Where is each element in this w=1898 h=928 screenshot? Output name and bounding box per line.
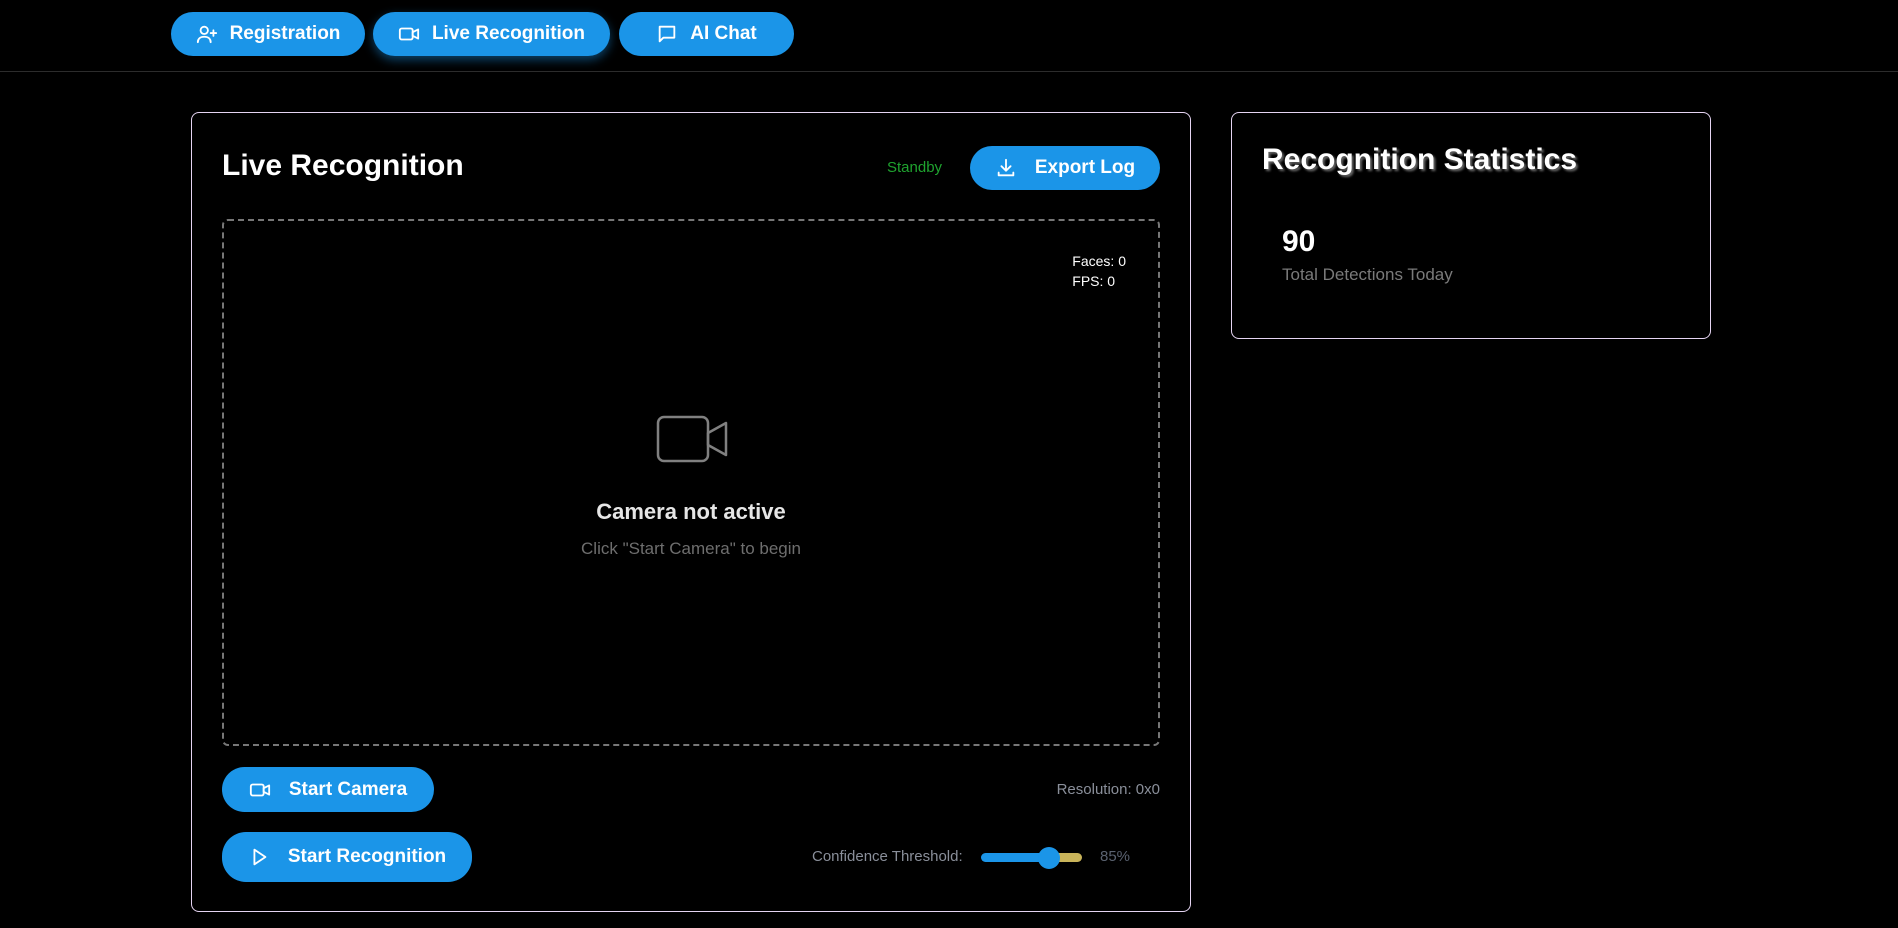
recognition-statistics-panel: Recognition Statistics 90 Total Detectio… <box>1231 112 1711 339</box>
status-badge: Standby <box>887 159 943 176</box>
faces-count: Faces: 0 <box>1072 253 1126 269</box>
camera-status-hint: Click "Start Camera" to begin <box>581 539 801 558</box>
video-overlay-stats: Faces: 0 FPS: 0 <box>1072 251 1126 291</box>
export-log-label: Export Log <box>1034 157 1136 178</box>
fps-count: FPS: 0 <box>1072 273 1116 289</box>
start-camera-label: Start Camera <box>288 778 408 800</box>
play-icon <box>253 848 267 866</box>
total-detections-value: 90 <box>1282 225 1316 258</box>
confidence-threshold-label: Confidence Threshold: <box>812 848 963 865</box>
tab-registration[interactable]: Registration <box>171 12 365 56</box>
tab-ai-chat[interactable]: AI Chat <box>619 12 794 56</box>
slider-thumb[interactable] <box>1038 847 1060 869</box>
tab-registration-label: Registration <box>229 23 341 44</box>
download-icon <box>997 158 1015 177</box>
export-log-button[interactable]: Export Log <box>970 146 1160 190</box>
confidence-threshold-slider[interactable] <box>981 847 1082 869</box>
start-recognition-button[interactable]: Start Recognition <box>222 832 472 882</box>
page-title: Live Recognition <box>222 149 464 182</box>
video-camera-icon <box>655 411 731 467</box>
statistics-title: Recognition Statistics <box>1262 143 1578 176</box>
top-navigation: Registration Live Recognition AI Chat <box>0 0 1898 72</box>
video-icon <box>398 27 420 41</box>
message-icon <box>659 25 676 43</box>
tab-ai-chat-label: AI Chat <box>690 23 757 44</box>
start-camera-button[interactable]: Start Camera <box>222 767 434 812</box>
total-detections-label: Total Detections Today <box>1282 265 1453 284</box>
start-recognition-label: Start Recognition <box>287 846 447 867</box>
tab-live-recognition[interactable]: Live Recognition <box>373 12 610 56</box>
confidence-threshold-value: 85% <box>1100 848 1131 865</box>
tab-live-recognition-label: Live Recognition <box>431 23 586 44</box>
camera-status-title: Camera not active <box>596 499 786 524</box>
video-feed-area: Faces: 0 FPS: 0 Camera not active Click … <box>222 219 1160 746</box>
user-plus-icon <box>196 25 217 44</box>
resolution-readout: Resolution: 0x0 <box>1056 781 1160 798</box>
video-icon <box>249 783 270 796</box>
live-recognition-panel: Live Recognition Standby Export Log Face… <box>191 112 1191 912</box>
